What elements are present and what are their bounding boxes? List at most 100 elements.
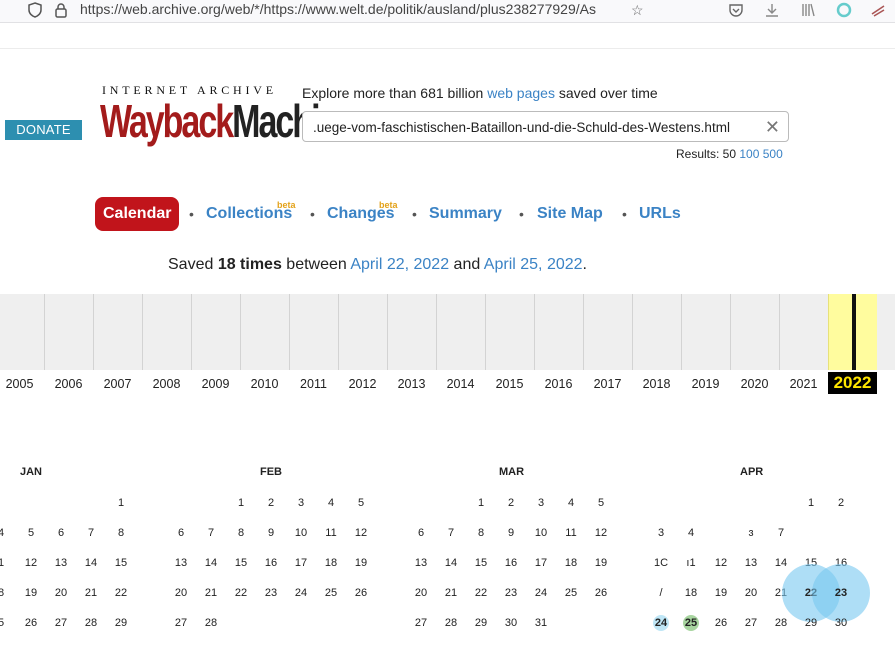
year-label-2016[interactable]: 2016 <box>534 377 583 391</box>
donate-button[interactable]: DONATE <box>5 120 82 140</box>
timeline-year-2020[interactable] <box>730 294 779 370</box>
calendar-day: 28 <box>444 617 458 629</box>
timeline-year-2007[interactable] <box>93 294 142 370</box>
timeline-year-2018[interactable] <box>632 294 681 370</box>
year-timeline[interactable] <box>0 294 895 370</box>
tab-calendar[interactable]: Calendar <box>95 197 179 231</box>
timeline-year-2014[interactable] <box>436 294 485 370</box>
calendar-day[interactable]: 23 <box>829 584 853 602</box>
year-label-2010[interactable]: 2010 <box>240 377 289 391</box>
calendar-day: 22 <box>114 587 128 599</box>
pocket-icon[interactable] <box>728 2 744 21</box>
calendar-day: 8 <box>477 527 485 539</box>
calendar-day: 12 <box>24 557 38 569</box>
timeline-year-2006[interactable] <box>44 294 93 370</box>
calendar-day: 19 <box>714 587 728 599</box>
year-label-2017[interactable]: 2017 <box>583 377 632 391</box>
star-icon[interactable]: ☆ <box>631 2 644 19</box>
calendar-day: 13 <box>414 557 428 569</box>
results-100-link[interactable]: 100 <box>739 147 759 161</box>
calendar-day: 15 <box>114 557 128 569</box>
calendar-day: 7 <box>207 527 215 539</box>
calendar-day: 6 <box>417 527 425 539</box>
timeline-year-2019[interactable] <box>681 294 730 370</box>
year-label-2015[interactable]: 2015 <box>485 377 534 391</box>
calendar-day: 26 <box>24 617 38 629</box>
timeline-year-2015[interactable] <box>485 294 534 370</box>
year-label-2020[interactable]: 2020 <box>730 377 779 391</box>
timeline-year-2021[interactable] <box>779 294 828 370</box>
year-label-2006[interactable]: 2006 <box>44 377 93 391</box>
saved-period: . <box>582 256 587 273</box>
calendar-day: 2 <box>837 497 845 509</box>
calendar-day: 1C <box>653 557 669 569</box>
calendar-day: 21 <box>84 587 98 599</box>
library-icon[interactable] <box>800 2 816 21</box>
clear-icon[interactable]: ✕ <box>765 117 780 138</box>
first-capture-link[interactable]: April 22, 2022 <box>350 256 449 273</box>
year-label-2012[interactable]: 2012 <box>338 377 387 391</box>
calendar-day: 1 <box>0 557 5 569</box>
timeline-year-2016[interactable] <box>534 294 583 370</box>
year-label-2021[interactable]: 2021 <box>779 377 828 391</box>
beta-badge: beta <box>379 200 398 210</box>
timeline-year-2009[interactable] <box>191 294 240 370</box>
calendar-day: / <box>659 587 663 599</box>
calendar-day: 5 <box>0 617 5 629</box>
timeline-year-2005[interactable] <box>0 294 44 370</box>
calendar-day: 14 <box>204 557 218 569</box>
calendar-day: 29 <box>474 617 488 629</box>
search-value[interactable]: .uege-vom-faschistischen-Bataillon-und-d… <box>313 120 730 135</box>
year-label-2008[interactable]: 2008 <box>142 377 191 391</box>
timeline-year-2013[interactable] <box>387 294 436 370</box>
year-label-2019[interactable]: 2019 <box>681 377 730 391</box>
timeline-year-2012[interactable] <box>338 294 387 370</box>
lock-icon[interactable] <box>54 2 68 21</box>
calendar-day: 20 <box>744 587 758 599</box>
year-label-2009[interactable]: 2009 <box>191 377 240 391</box>
tab-urls[interactable]: URLs <box>639 197 681 231</box>
year-label-2007[interactable]: 2007 <box>93 377 142 391</box>
url-search-input[interactable]: .uege-vom-faschistischen-Bataillon-und-d… <box>302 111 789 142</box>
year-label-2005[interactable]: 2005 <box>0 377 44 391</box>
capture-bar[interactable] <box>851 294 856 370</box>
profile-icon[interactable] <box>870 2 886 21</box>
download-icon[interactable] <box>764 2 780 21</box>
tab-summary[interactable]: Summary <box>429 197 502 231</box>
calendar-day: 24 <box>534 587 548 599</box>
shield-icon[interactable] <box>28 2 42 21</box>
calendar-day: 19 <box>354 557 368 569</box>
year-label-2018[interactable]: 2018 <box>632 377 681 391</box>
calendar-day: 27 <box>744 617 758 629</box>
web-pages-link[interactable]: web pages <box>487 85 555 101</box>
calendar-day: 5 <box>27 527 35 539</box>
timeline-year-2008[interactable] <box>142 294 191 370</box>
calendar-day: 25 <box>324 587 338 599</box>
calendar-day[interactable]: 25 <box>679 614 703 632</box>
calendar-day: 17 <box>534 557 548 569</box>
year-label-2022[interactable]: 2022 <box>828 372 877 394</box>
calendar-day: 9 <box>267 527 275 539</box>
tab-site-map[interactable]: Site Map <box>537 197 603 231</box>
url-field[interactable]: https://web.archive.org/web/*/https://ww… <box>80 1 636 17</box>
calendar-day: 26 <box>714 617 728 629</box>
calendar-day: 1 <box>807 497 815 509</box>
calendar-day: 1 <box>477 497 485 509</box>
calendar-day: 11 <box>325 527 337 539</box>
explore-text: Explore more than 681 billion web pages … <box>302 85 658 101</box>
calendar-day[interactable]: 24 <box>649 614 673 632</box>
nav-separator: • <box>519 206 524 222</box>
calendar-day: 7 <box>87 527 95 539</box>
last-capture-link[interactable]: April 25, 2022 <box>484 256 583 273</box>
calendar-day: 21 <box>204 587 218 599</box>
timeline-year-2017[interactable] <box>583 294 632 370</box>
results-500-link[interactable]: 500 <box>763 147 783 161</box>
timeline-year-2010[interactable] <box>240 294 289 370</box>
timeline-year-2011[interactable] <box>289 294 338 370</box>
year-label-2014[interactable]: 2014 <box>436 377 485 391</box>
year-label-2011[interactable]: 2011 <box>289 377 338 391</box>
calendar-day: 11 <box>565 527 577 539</box>
year-label-2013[interactable]: 2013 <box>387 377 436 391</box>
timeline-year-2022[interactable] <box>828 294 877 370</box>
extension-icon[interactable] <box>836 2 852 21</box>
